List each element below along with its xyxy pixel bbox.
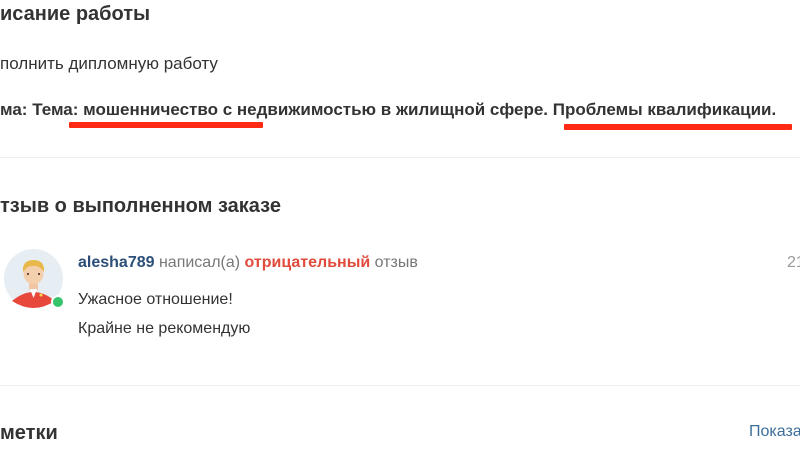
- task-text: полнить дипломную работу: [0, 54, 218, 73]
- notes-title: метки: [0, 422, 58, 444]
- topic-text: мошенничество с недвижимостью в жилищной…: [83, 100, 777, 119]
- red-underline-2: [564, 124, 792, 130]
- avatar[interactable]: [4, 249, 65, 309]
- section-divider: [0, 385, 800, 386]
- description-title: исание работы: [0, 3, 151, 25]
- review-rating-label: отрицательный: [244, 254, 371, 271]
- review-text-line-1: Ужасное отношение!: [78, 291, 233, 308]
- red-underline-1: [69, 122, 263, 128]
- review-text-line-2: Крайне не рекомендую: [78, 320, 251, 337]
- review-username-link[interactable]: alesha789: [78, 254, 155, 271]
- section-divider: [0, 157, 800, 158]
- review-suffix-label: отзыв: [374, 254, 418, 271]
- topic-line: ма: Тема: мошенничество с недвижимостью …: [0, 100, 776, 120]
- show-notes-link[interactable]: Показа: [749, 423, 800, 441]
- review-wrote-label: написал(а): [158, 254, 241, 271]
- review-header: alesha789 написал(а) отрицательный отзыв: [78, 254, 418, 272]
- topic-prefix: ма: Тема:: [0, 100, 84, 119]
- online-status-indicator: [51, 295, 65, 309]
- review-date: 21: [787, 254, 800, 271]
- review-section-title: тзыв о выполненном заказе: [0, 195, 281, 217]
